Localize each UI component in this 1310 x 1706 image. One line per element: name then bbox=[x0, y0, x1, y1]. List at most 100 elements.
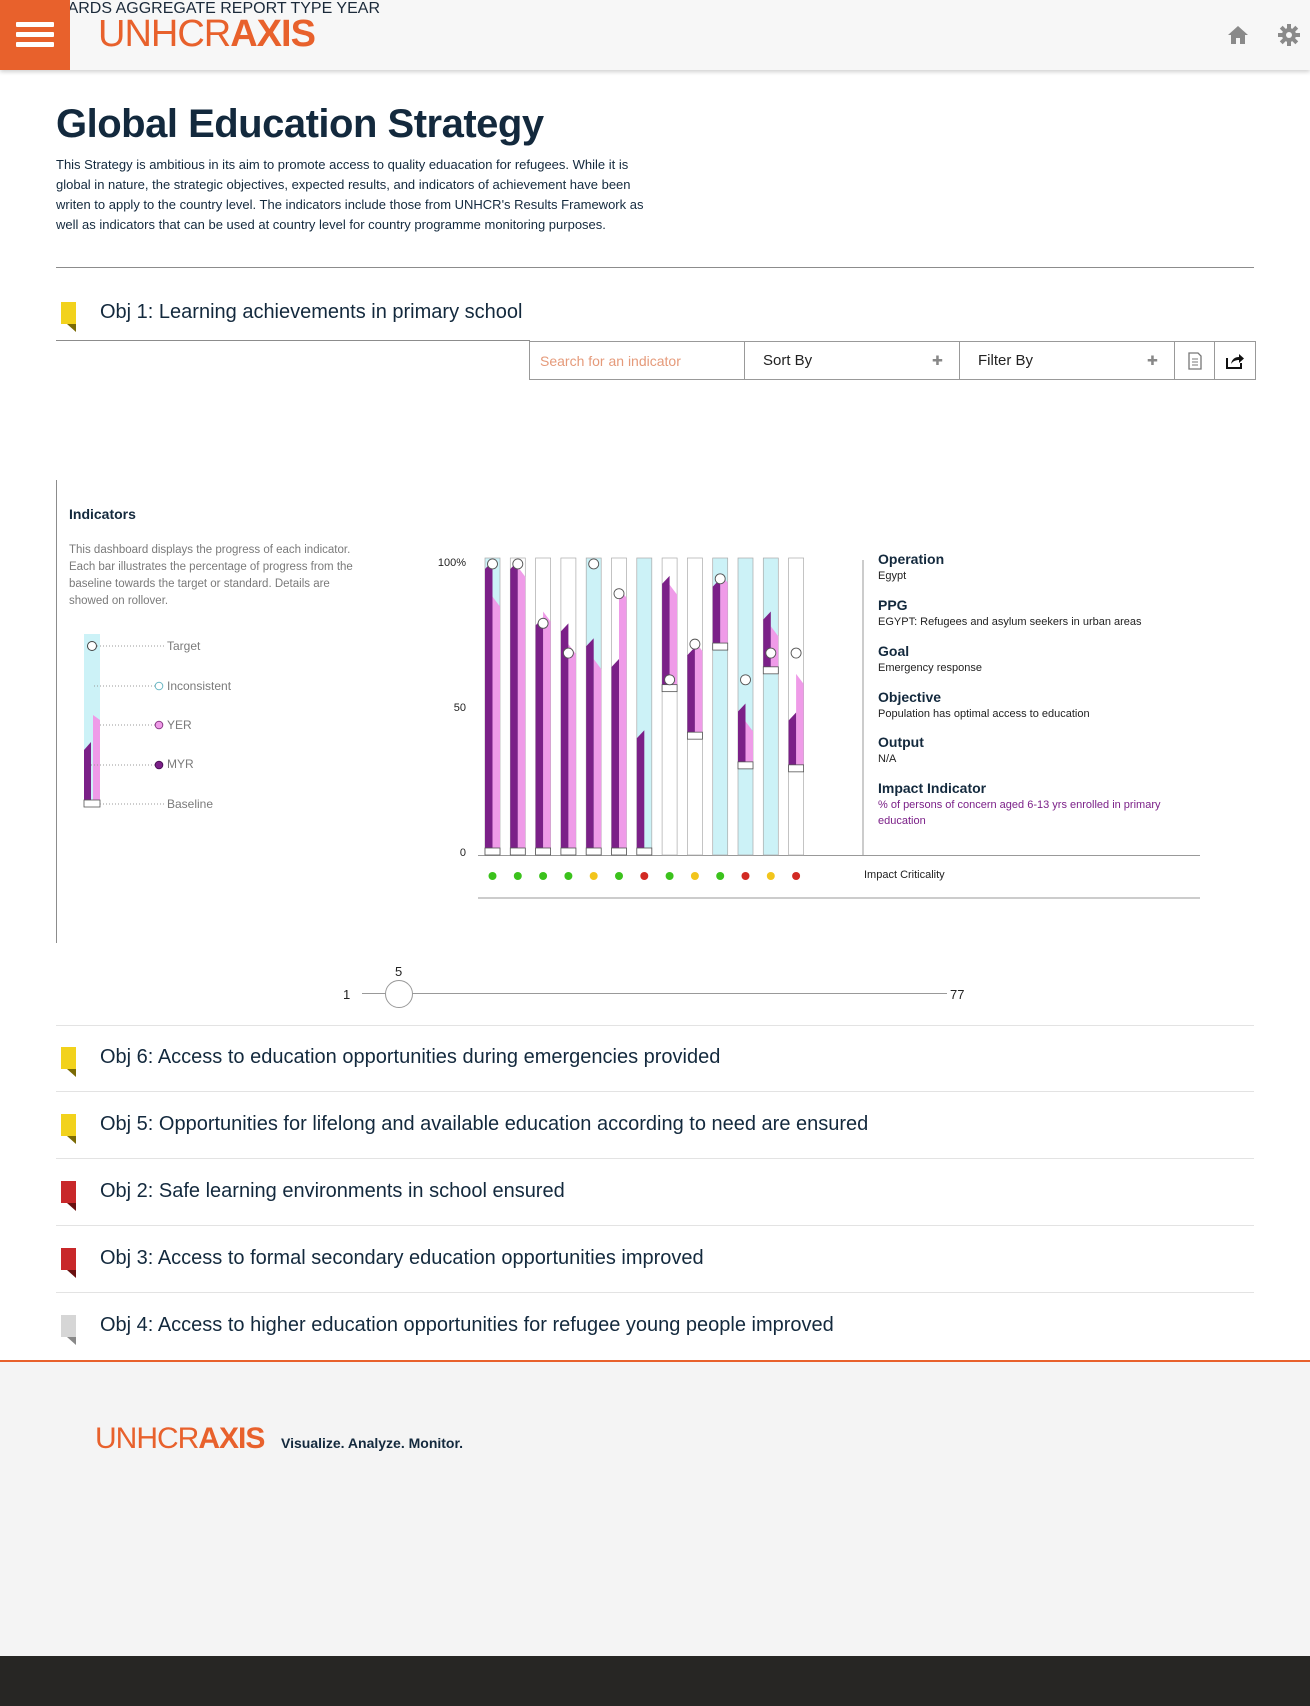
myr-bar bbox=[636, 730, 645, 855]
legend-yer-dot bbox=[154, 720, 164, 730]
footer: UNHCRAXIS Visualize. Analyze. Monitor. bbox=[0, 1362, 1310, 1656]
sort-by-dropdown[interactable]: Sort By ✚ bbox=[745, 342, 960, 379]
filter-by-label: Filter By bbox=[978, 352, 1034, 369]
detail-value: Emergency response bbox=[878, 662, 982, 674]
target-marker bbox=[588, 558, 600, 570]
criticality-flag bbox=[61, 1181, 76, 1211]
baseline-marker bbox=[509, 847, 526, 856]
target-marker bbox=[790, 647, 802, 659]
sort-by-label: Sort By bbox=[763, 352, 813, 369]
y-tick-label: 50 bbox=[453, 702, 466, 714]
criticality-dot bbox=[716, 872, 725, 880]
baseline-marker bbox=[661, 684, 678, 693]
app-logo[interactable]: UNHCRAXIS bbox=[98, 14, 316, 54]
criticality-dot bbox=[488, 872, 497, 880]
objective-row[interactable]: Obj 4: Access to higher education opport… bbox=[56, 1294, 1254, 1360]
baseline-marker bbox=[560, 847, 577, 856]
document-icon bbox=[1187, 351, 1202, 370]
share-button[interactable] bbox=[1215, 342, 1255, 379]
baseline-marker bbox=[762, 666, 779, 675]
home-icon[interactable] bbox=[1226, 23, 1250, 47]
target-marker bbox=[714, 573, 726, 585]
criticality-dot bbox=[741, 872, 750, 880]
share-icon bbox=[1226, 353, 1244, 369]
myr-bar bbox=[687, 647, 695, 740]
detail-value: Egypt bbox=[878, 570, 907, 582]
objective-row[interactable]: Obj 6: Access to education opportunities… bbox=[56, 1026, 1254, 1092]
myr-bar bbox=[788, 712, 797, 772]
yer-bar bbox=[796, 673, 804, 772]
nav-year[interactable]: YEAR bbox=[336, 0, 380, 17]
detail-value: N/A bbox=[878, 753, 897, 765]
legend-bar-myr bbox=[84, 742, 91, 806]
baseline-marker bbox=[788, 764, 805, 773]
legend-myr-dot bbox=[154, 760, 164, 770]
legend-bar-yer bbox=[93, 715, 100, 806]
indicator-search-input[interactable] bbox=[530, 342, 744, 379]
legend-label-yer: YER bbox=[167, 718, 192, 732]
footer-logo: UNHCRAXIS bbox=[95, 1422, 265, 1455]
criticality-dot bbox=[513, 872, 522, 880]
target-marker bbox=[664, 674, 676, 686]
y-tick-label: 100% bbox=[437, 557, 466, 569]
indicator-details: Operation Egypt PPG EGYPT: Refugees and as… bbox=[878, 551, 1178, 829]
target-marker bbox=[512, 558, 524, 570]
criticality-flag bbox=[61, 1248, 76, 1278]
detail-label: Goal bbox=[878, 643, 910, 659]
hamburger-menu-button[interactable] bbox=[0, 0, 70, 70]
y-tick-label: 0 bbox=[459, 847, 466, 859]
detail-value: % of persons of concern aged 6-13 yrs en… bbox=[878, 799, 1161, 827]
criticality-dot bbox=[564, 872, 573, 880]
panel-divider bbox=[56, 480, 57, 943]
baseline-marker bbox=[484, 847, 501, 856]
filter-by-dropdown[interactable]: Filter By ✚ bbox=[960, 342, 1175, 379]
target-marker bbox=[689, 638, 701, 650]
myr-bar bbox=[738, 703, 746, 769]
baseline-marker bbox=[737, 761, 754, 770]
indicators-description: This dashboard displays the progress of … bbox=[69, 544, 353, 607]
slider-handle[interactable] bbox=[385, 980, 413, 1008]
myr-bar bbox=[510, 560, 518, 855]
legend-baseline-marker bbox=[83, 799, 101, 808]
target-marker bbox=[765, 647, 777, 659]
criticality-flag bbox=[61, 1114, 76, 1144]
objective-row[interactable]: Obj 2: Safe learning environments in sch… bbox=[56, 1160, 1254, 1226]
baseline-marker bbox=[611, 847, 627, 856]
x-axis-label: Impact Criticality bbox=[864, 869, 945, 881]
legend-target-marker bbox=[87, 641, 97, 651]
report-button[interactable] bbox=[1175, 342, 1215, 379]
objective-row[interactable]: Obj 3: Access to formal secondary educat… bbox=[56, 1227, 1254, 1293]
detail-label: Objective bbox=[878, 689, 942, 705]
myr-bar bbox=[712, 578, 721, 651]
target-marker bbox=[487, 558, 498, 570]
myr-bar bbox=[662, 575, 670, 692]
detail-value: EGYPT: Refugees and asylum seekers in ur… bbox=[878, 616, 1142, 628]
myr-bar bbox=[763, 611, 771, 674]
slider-track[interactable] bbox=[362, 993, 947, 994]
yer-bar bbox=[492, 596, 500, 855]
baseline-marker bbox=[535, 847, 551, 856]
objective-row-main[interactable]: Obj 1: Learning achievements in primary … bbox=[56, 281, 1254, 347]
criticality-dot bbox=[640, 872, 649, 880]
criticality-flag bbox=[61, 1047, 76, 1077]
objective-title: Obj 1: Learning achievements in primary … bbox=[100, 301, 523, 323]
top-navbar: UNHCRAXIS DASHBOARDS AGGREGATE REPORT TY… bbox=[0, 0, 1310, 70]
myr-bar bbox=[535, 617, 544, 855]
criticality-dot bbox=[539, 872, 548, 880]
page-title: Global Education Strategy bbox=[56, 102, 544, 146]
legend-inconsistent-dot bbox=[154, 681, 164, 691]
legend-graphic bbox=[83, 634, 165, 808]
gear-icon[interactable] bbox=[1277, 23, 1301, 47]
objective-title: Obj 5: Opportunities for lifelong and av… bbox=[100, 1113, 869, 1135]
criticality-dot bbox=[766, 872, 775, 880]
footer-tagline: Visualize. Analyze. Monitor. bbox=[281, 1435, 464, 1451]
criticality-flag bbox=[61, 1315, 76, 1345]
yer-bar bbox=[568, 644, 576, 855]
objective-row[interactable]: Obj 5: Opportunities for lifelong and av… bbox=[56, 1093, 1254, 1159]
detail-label: PPG bbox=[878, 597, 908, 613]
detail-label: Impact Indicator bbox=[878, 780, 987, 796]
objective-title: Obj 3: Access to formal secondary educat… bbox=[100, 1247, 704, 1269]
criticality-dot bbox=[665, 872, 674, 880]
detail-label: Operation bbox=[878, 551, 945, 567]
baseline-marker bbox=[686, 731, 703, 740]
